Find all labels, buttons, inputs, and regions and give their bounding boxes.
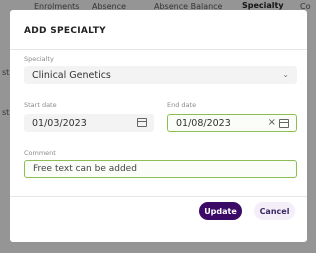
specialty-select[interactable]: Clinical Genetics ⌄ xyxy=(24,66,297,84)
add-specialty-dialog: ADD SPECIALTY Specialty Clinical Genetic… xyxy=(10,10,307,242)
start-date-field[interactable]: 01/03/2023 xyxy=(24,114,154,132)
footer-divider xyxy=(10,196,307,197)
end-date-field[interactable]: 01/08/2023 × xyxy=(167,114,297,132)
end-date-label: End date xyxy=(167,101,197,109)
update-button[interactable]: Update xyxy=(199,202,242,220)
header-divider xyxy=(10,49,307,50)
comment-placeholder: Free text can be added xyxy=(33,164,137,174)
specialty-value: Clinical Genetics xyxy=(32,69,111,81)
clear-icon[interactable]: × xyxy=(268,117,276,128)
dialog-title: ADD SPECIALTY xyxy=(24,26,106,36)
comment-input[interactable]: Free text can be added xyxy=(24,160,297,178)
calendar-icon[interactable] xyxy=(137,118,147,127)
chevron-down-icon[interactable]: ⌄ xyxy=(282,70,289,79)
end-date-value: 01/08/2023 xyxy=(176,117,231,129)
specialty-label: Specialty xyxy=(24,55,54,63)
start-date-label: Start date xyxy=(24,101,57,109)
cancel-button[interactable]: Cancel xyxy=(254,202,295,220)
start-date-value: 01/03/2023 xyxy=(32,117,87,129)
calendar-icon[interactable] xyxy=(279,119,289,128)
comment-label: Comment xyxy=(24,149,56,157)
